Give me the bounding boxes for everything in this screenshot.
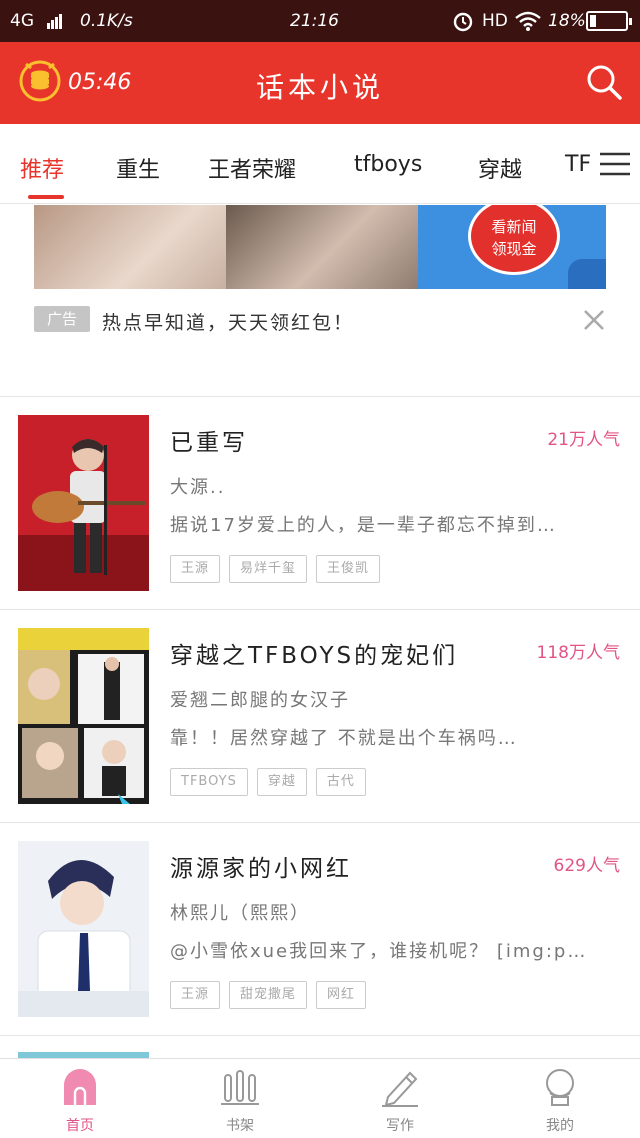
nav-write[interactable]: 写作	[320, 1059, 480, 1138]
pencil-icon	[382, 1071, 418, 1107]
book-tag[interactable]: 古代	[315, 768, 366, 796]
nav-profile[interactable]: 我的	[480, 1059, 640, 1138]
book-cover-image[interactable]	[18, 415, 149, 591]
popularity-count: 629人气	[553, 856, 620, 876]
book-tag[interactable]: TFBOYS	[170, 768, 248, 796]
signal-icon	[47, 14, 63, 34]
nav-home[interactable]: 首页	[0, 1059, 160, 1138]
book-description: 据说17岁爱上的人，是一辈子都忘不掉到…	[170, 515, 557, 536]
category-tabs: 推荐 重生 王者荣耀 tfboys 穿越 TF	[0, 124, 640, 204]
ad-text[interactable]: 热点早知道，天天领红包！	[102, 308, 354, 335]
book-item[interactable]: 已重写 21万人气 大源.. 据说17岁爱上的人，是一辈子都忘不掉到… 王源 易烊…	[0, 397, 640, 609]
ad-photo-1	[34, 205, 226, 289]
book-cover-image[interactable]	[18, 628, 149, 804]
book-title: 已重写	[170, 430, 248, 456]
book-cover-image[interactable]	[18, 841, 149, 1017]
book-title: 穿越之TFBOYS的宠妃们	[170, 643, 459, 669]
active-tab-indicator	[28, 195, 64, 199]
book-item[interactable]: 穿越之TFBOYS的宠妃们 118万人气 爱翘二郎腿的女汉子 靠！！居然穿越了 …	[0, 610, 640, 822]
wifi-icon	[515, 11, 541, 31]
ad-badge-line2: 领现金	[491, 240, 537, 258]
tag-list: 王源 甜宠撒尾 网红	[170, 981, 375, 1009]
book-tag[interactable]: 甜宠撒尾	[229, 981, 308, 1009]
tab-recommend[interactable]: 推荐	[20, 152, 64, 184]
book-tag[interactable]: 网红	[316, 981, 367, 1009]
book-description: @小雪依xue我回来了，谁接机呢？ [img:p…	[170, 941, 588, 962]
book-tag[interactable]: 易烊千玺	[229, 555, 308, 583]
home-icon	[64, 1069, 96, 1105]
book-tag[interactable]: 王源	[170, 981, 221, 1009]
book-author: 爱翘二郎腿的女汉子	[170, 690, 350, 711]
tag-list: TFBOYS 穿越 古代	[170, 768, 375, 796]
menu-icon[interactable]	[598, 150, 632, 178]
battery-icon	[586, 11, 632, 31]
book-author: 林熙儿（熙熙）	[170, 903, 310, 924]
ad-badge-line1: 看新闻	[491, 218, 537, 236]
tab-rebirth[interactable]: 重生	[116, 152, 160, 184]
tab-time-travel[interactable]: 穿越	[478, 152, 522, 184]
close-icon[interactable]	[582, 308, 606, 332]
battery-percent: 18%	[548, 11, 586, 31]
book-title: 源源家的小网红	[170, 856, 352, 882]
clock: 21:16	[290, 11, 339, 31]
network-type: 4G	[10, 11, 34, 31]
bookshelf-icon	[221, 1070, 259, 1105]
tab-tf[interactable]: TF	[565, 152, 591, 177]
alarm-icon	[453, 12, 473, 32]
page-title: 话本小说	[255, 71, 384, 104]
nav-label: 我的	[546, 1118, 574, 1134]
popularity-count: 21万人气	[547, 430, 620, 450]
ad-corner-icon	[568, 259, 606, 289]
divider	[0, 1035, 640, 1036]
book-tag[interactable]: 王俊凯	[316, 555, 381, 583]
book-item[interactable]: 源源家的小网红 629人气 林熙儿（熙熙） @小雪依xue我回来了，谁接机呢？ …	[0, 823, 640, 1035]
popularity-count: 118万人气	[536, 643, 620, 663]
nav-label: 首页	[66, 1118, 94, 1134]
tab-tfboys[interactable]: tfboys	[354, 152, 422, 177]
tag-list: 王源 易烊千玺 王俊凯	[170, 555, 389, 583]
ad-banner-image[interactable]: 看新闻 领现金	[34, 205, 606, 289]
tab-honor-of-kings[interactable]: 王者荣耀	[208, 152, 296, 184]
app-header: 05:46 话本小说	[0, 42, 640, 124]
ad-label: 广告	[34, 306, 90, 332]
book-tag[interactable]: 王源	[170, 555, 221, 583]
nav-bookshelf[interactable]: 书架	[160, 1059, 320, 1138]
ad-photo-2	[226, 205, 418, 289]
nav-label: 书架	[226, 1118, 254, 1134]
book-description: 靠！！居然穿越了 不就是出个车祸吗…	[170, 728, 518, 749]
profile-icon	[546, 1069, 574, 1106]
status-bar: 4G 0.1K/s 21:16 HD 18%	[0, 0, 640, 42]
search-icon[interactable]	[584, 62, 624, 102]
network-speed: 0.1K/s	[80, 11, 133, 31]
book-author: 大源..	[170, 477, 226, 498]
bottom-navigation: 首页 书架 写作 我的	[0, 1058, 640, 1138]
hd-indicator: HD	[482, 11, 508, 31]
book-tag[interactable]: 穿越	[256, 768, 307, 796]
nav-label: 写作	[386, 1118, 414, 1134]
